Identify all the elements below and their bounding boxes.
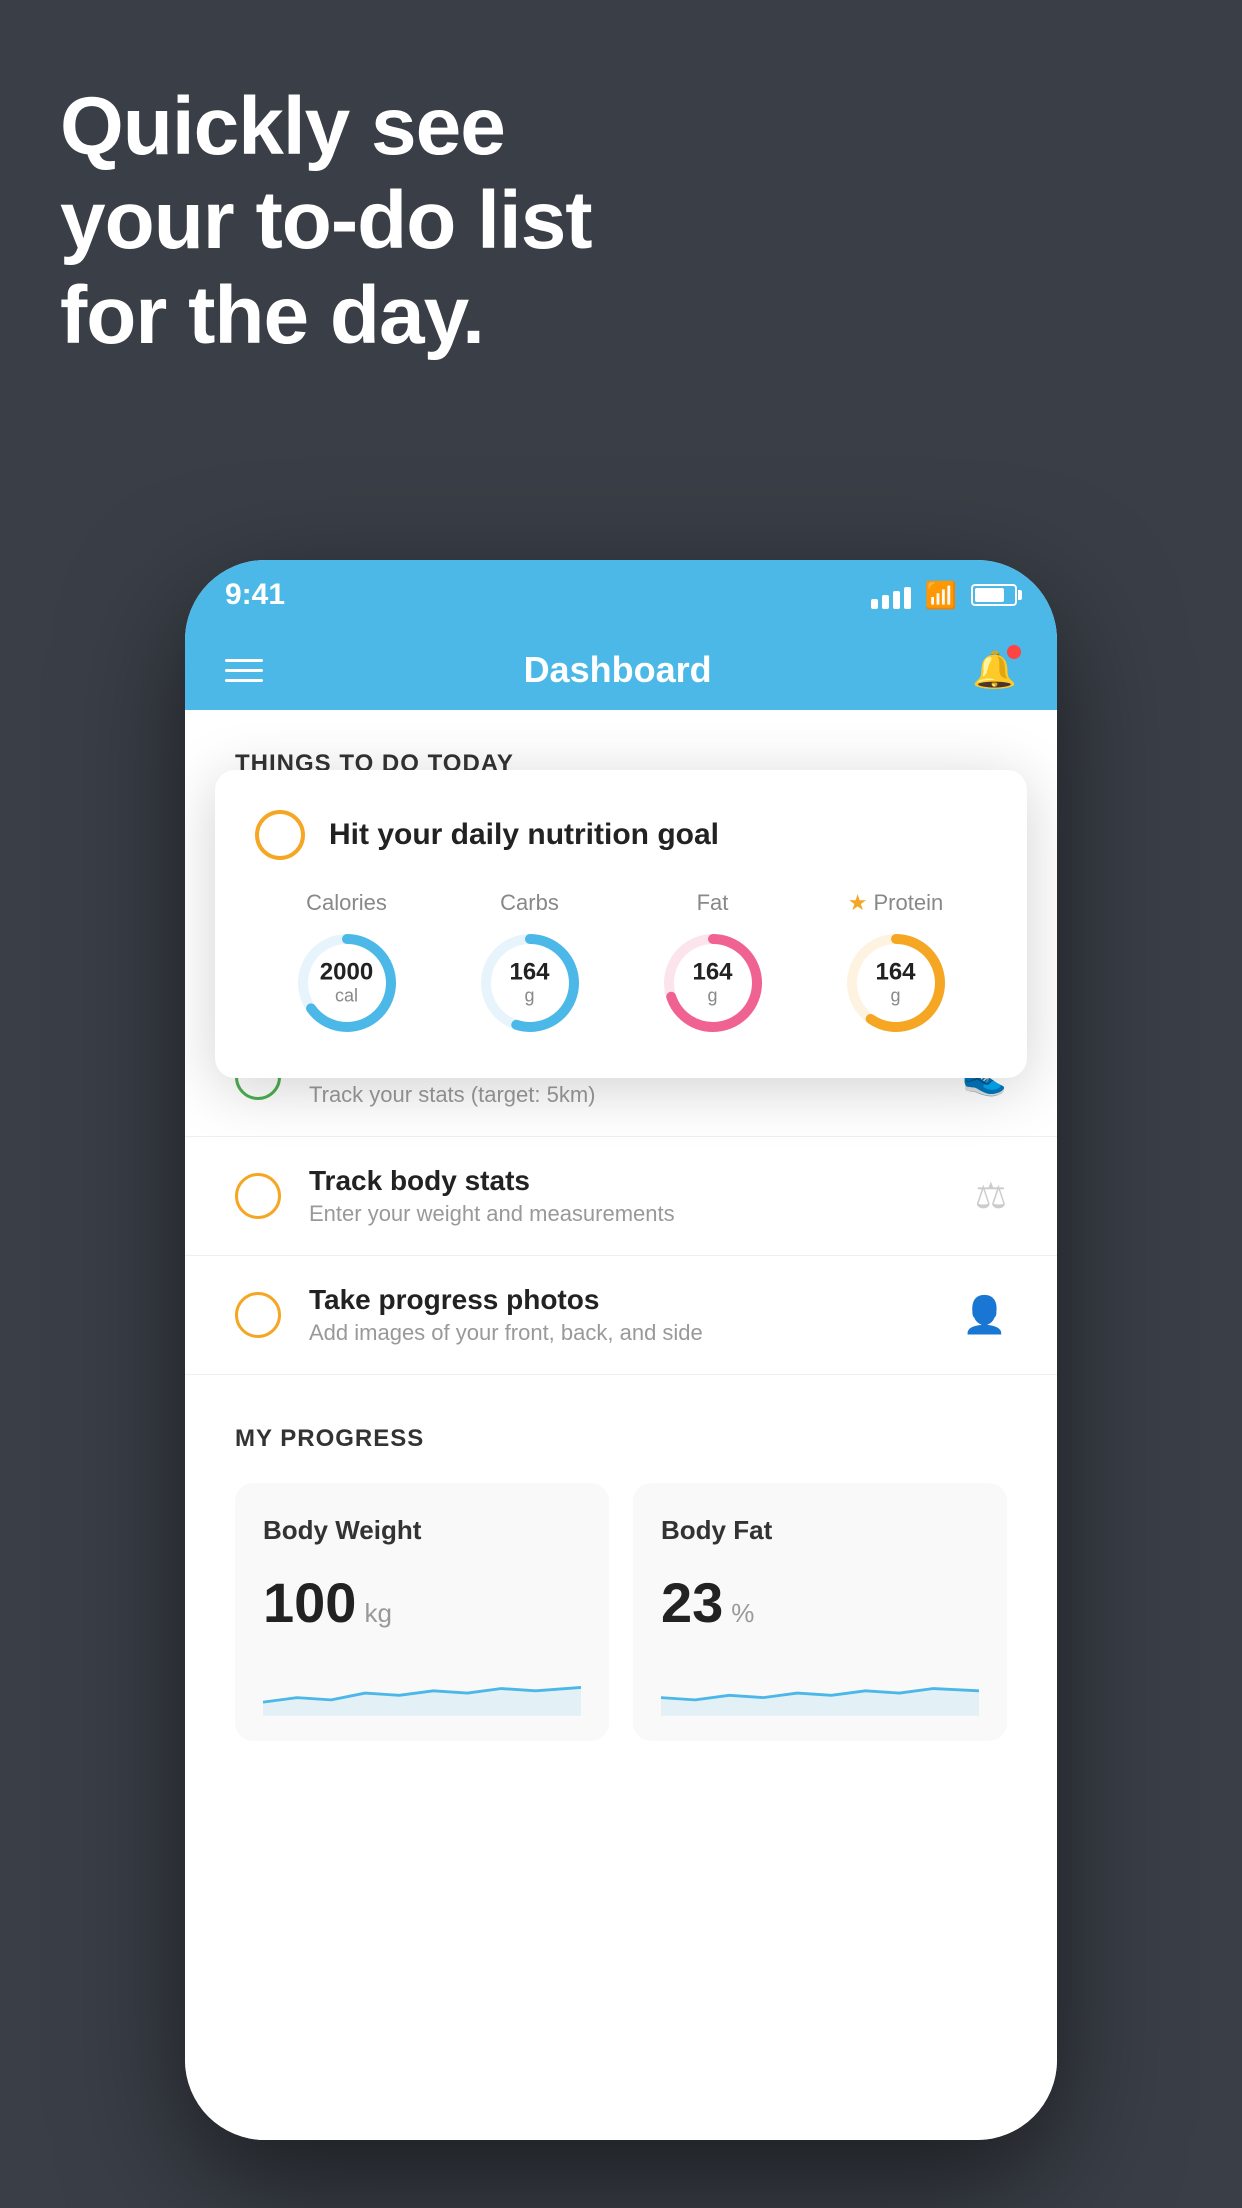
calories-donut: 2000 cal [292,928,402,1038]
calories-stat: Calories 2000 cal [292,890,402,1038]
signal-icon [871,581,911,609]
body-weight-chart [263,1659,581,1716]
status-time: 9:41 [225,578,285,612]
body-stats-subtitle: Enter your weight and measurements [309,1201,947,1227]
fat-stat: Fat 164 g [658,890,768,1038]
phone-shell: 9:41 📶 Dashboard 🔔 TH [185,560,1057,2140]
carbs-stat: Carbs 164 g [475,890,585,1038]
todo-item-body-stats[interactable]: Track body stats Enter your weight and m… [185,1137,1057,1256]
fat-label: Fat [697,890,729,916]
nav-title: Dashboard [524,649,712,691]
nutrition-stats: Calories 2000 cal Carbs [255,890,987,1038]
body-weight-value: 100 [263,1570,356,1635]
photos-subtitle: Add images of your front, back, and side [309,1320,934,1346]
progress-heading: MY PROGRESS [235,1425,1007,1453]
battery-icon [971,584,1017,606]
notification-dot [1007,645,1021,659]
nutrition-check-circle[interactable] [255,810,305,860]
status-bar: 9:41 📶 [185,560,1057,630]
photos-check-circle [235,1292,281,1338]
calories-label: Calories [306,890,387,916]
status-icons: 📶 [871,580,1017,611]
body-weight-unit: kg [364,1598,391,1629]
body-fat-chart [661,1659,979,1716]
body-fat-unit: % [731,1598,754,1629]
floating-card: Hit your daily nutrition goal Calories 2… [215,770,1027,1078]
progress-section: MY PROGRESS Body Weight 100 kg Body Fat [185,1375,1057,1741]
photos-title: Take progress photos [309,1284,934,1316]
body-fat-title: Body Fat [661,1515,979,1546]
headline: Quickly see your to-do list for the day. [60,80,592,363]
carbs-donut: 164 g [475,928,585,1038]
content-area: THINGS TO DO TODAY Hit your daily nutrit… [185,710,1057,2140]
body-fat-card: Body Fat 23 % [633,1483,1007,1741]
body-stats-title: Track body stats [309,1165,947,1197]
star-icon: ★ [848,890,868,916]
carbs-label: Carbs [500,890,559,916]
card-title: Hit your daily nutrition goal [329,818,719,852]
protein-label: ★ Protein [848,890,943,916]
protein-stat: ★ Protein 164 g [841,890,951,1038]
bell-icon[interactable]: 🔔 [972,649,1017,691]
photo-icon: 👤 [962,1294,1007,1336]
protein-donut: 164 g [841,928,951,1038]
body-fat-value: 23 [661,1570,723,1635]
progress-cards: Body Weight 100 kg Body Fat 23 % [235,1483,1007,1741]
wifi-icon: 📶 [925,580,957,611]
body-stats-check-circle [235,1173,281,1219]
fat-donut: 164 g [658,928,768,1038]
hamburger-menu[interactable] [225,659,263,682]
nav-bar: Dashboard 🔔 [185,630,1057,710]
todo-item-photos[interactable]: Take progress photos Add images of your … [185,1256,1057,1375]
running-subtitle: Track your stats (target: 5km) [309,1082,934,1108]
body-weight-card: Body Weight 100 kg [235,1483,609,1741]
body-weight-title: Body Weight [263,1515,581,1546]
scale-icon: ⚖ [975,1175,1007,1217]
